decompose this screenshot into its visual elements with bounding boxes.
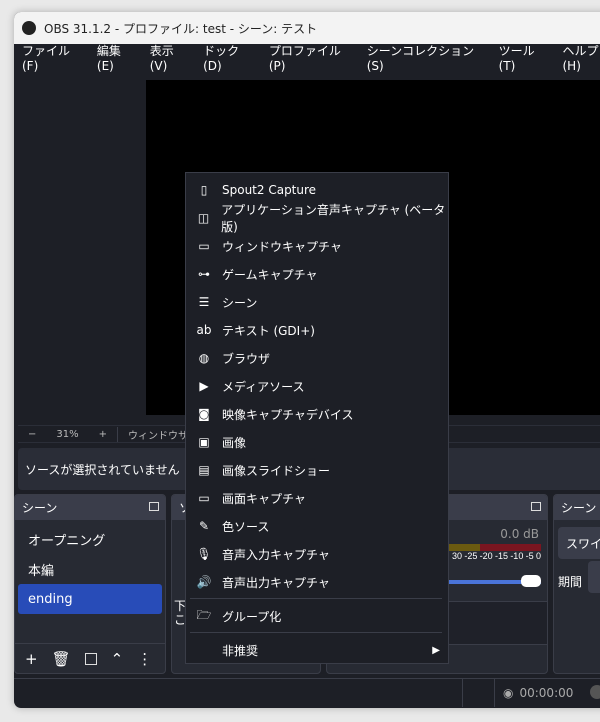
menu-docks[interactable]: ドック(D) (203, 42, 255, 73)
menu-item[interactable]: ▯ Spout2 Capture (186, 176, 448, 204)
status-bar: ◉ 00:00:00 (14, 678, 600, 708)
signal-icon (462, 679, 494, 707)
meter-tick: -25 (464, 551, 478, 561)
menu-scene-collection[interactable]: シーンコレクション(S) (367, 42, 485, 73)
duration-label: 期間 (558, 575, 583, 589)
meter-tick: -10 (510, 551, 524, 561)
menu-item[interactable]: ▤ 画像スライドショー (186, 456, 448, 484)
menu-item[interactable]: ◙ 映像キャプチャデバイス (186, 400, 448, 428)
menu-bar: ファイル(F) 編集(E) 表示(V) ドック(D) プロファイル(P) シーン… (14, 42, 600, 73)
folder-icon: 🗁 (196, 607, 212, 622)
menu-item[interactable]: ▣ 画像 (186, 428, 448, 456)
submenu-arrow-icon: ▶ (432, 644, 440, 656)
brush-icon: ✎ (198, 519, 210, 533)
stream-time: 00:00:00 (519, 686, 574, 700)
meter-scale: 30 -25 -20 -15 -10 -5 0 (452, 551, 541, 561)
speaker-icon: 🔊 (196, 575, 212, 589)
trash-icon[interactable]: 🗑 (52, 650, 71, 668)
meter-tick: -5 (525, 551, 534, 561)
menu-help[interactable]: ヘルプ(H) (563, 42, 600, 73)
meter-tick: 30 (452, 551, 463, 561)
menu-tools[interactable]: ツール(T) (499, 42, 549, 73)
undock-icon[interactable] (149, 502, 159, 511)
window-title: OBS 31.1.2 - プロファイル: test - シーン: テスト (44, 21, 318, 36)
menu-file[interactable]: ファイル(F) (22, 42, 83, 73)
scene-item[interactable]: ending (18, 584, 162, 614)
file-icon: ▯ (200, 183, 208, 197)
mixer-db: 0.0 dB (500, 527, 539, 541)
menu-item[interactable]: ◍ ブラウザ (186, 344, 448, 372)
meter-tick: 0 (535, 551, 541, 561)
title-bar: OBS 31.1.2 - プロファイル: test - シーン: テスト (14, 12, 600, 44)
meter-tick: -20 (479, 551, 493, 561)
menu-item[interactable]: ☰ シーン (186, 288, 448, 316)
scene-item[interactable]: オープニング (18, 524, 162, 554)
microphone-icon: 🎙 (196, 547, 212, 561)
transition-select[interactable]: スワイ (558, 527, 600, 559)
menu-item[interactable]: 🎙 音声入力キャプチャ (186, 540, 448, 568)
duration-input[interactable] (588, 561, 600, 593)
gamepad-icon: ⊶ (198, 267, 210, 281)
scene-item[interactable]: 本編 (18, 554, 162, 584)
more-icon[interactable]: ⋮ (137, 650, 152, 668)
app-audio-icon: ◫ (197, 211, 210, 225)
zoom-in-button[interactable]: + (89, 429, 117, 440)
record-icon (590, 685, 600, 699)
no-source-label: ソースが選択されていません (25, 462, 180, 477)
camera-icon: ◙ (198, 407, 210, 421)
menu-item[interactable]: ▭ ウィンドウキャプチャ (186, 232, 448, 260)
add-source-menu: ▯ Spout2 Capture ◫ アプリケーション音声キャプチャ (ベータ版) ▭ ウ… (185, 172, 449, 664)
menu-view[interactable]: 表示(V) (150, 42, 189, 73)
text-icon: ab (196, 323, 212, 337)
zoom-out-button[interactable]: − (18, 429, 46, 440)
menu-edit[interactable]: 編集(E) (97, 42, 136, 73)
menu-item[interactable]: ▶ メディアソース (186, 372, 448, 400)
menu-item[interactable]: ⊶ ゲームキャプチャ (186, 260, 448, 288)
image-icon: ▣ (198, 435, 210, 449)
menu-item[interactable]: ab テキスト (GDI+) (186, 316, 448, 344)
meter-tick: -15 (494, 551, 508, 561)
menu-item[interactable]: ◫ アプリケーション音声キャプチャ (ベータ版) (186, 203, 448, 234)
window-icon: ▭ (198, 239, 210, 253)
slideshow-icon: ▤ (198, 463, 210, 477)
zoom-level: 31% (56, 428, 79, 440)
menu-item-group[interactable]: 🗁 グループ化 (186, 602, 448, 630)
stream-icon: ◉ (503, 686, 514, 700)
undock-icon[interactable] (531, 502, 541, 511)
scenes-title: シーン (22, 501, 58, 515)
list-icon: ☰ (198, 295, 210, 309)
add-icon[interactable]: + (25, 650, 38, 668)
volume-slider-handle[interactable] (521, 575, 541, 587)
globe-icon: ◍ (198, 351, 210, 365)
menu-profile[interactable]: プロファイル(P) (269, 42, 353, 73)
menu-item[interactable]: 🔊 音声出力キャプチャ (186, 568, 448, 596)
menu-item[interactable]: ✎ 色ソース (186, 512, 448, 540)
menu-item-deprecated[interactable]: 非推奨 ▶ (186, 636, 448, 664)
transitions-title: シーント (561, 501, 600, 515)
transitions-dock: シーント スワイ 期間 (553, 494, 600, 674)
scenes-dock: シーン オープニング 本編 ending + 🗑 ⌃ ⋮ (14, 494, 166, 674)
menu-item[interactable]: ▭ 画面キャプチャ (186, 484, 448, 512)
play-icon: ▶ (199, 379, 209, 393)
chevron-up-icon[interactable]: ⌃ (111, 650, 124, 668)
monitor-icon: ▭ (198, 491, 210, 505)
obs-logo-icon (22, 21, 36, 35)
filter-icon[interactable] (84, 652, 97, 665)
